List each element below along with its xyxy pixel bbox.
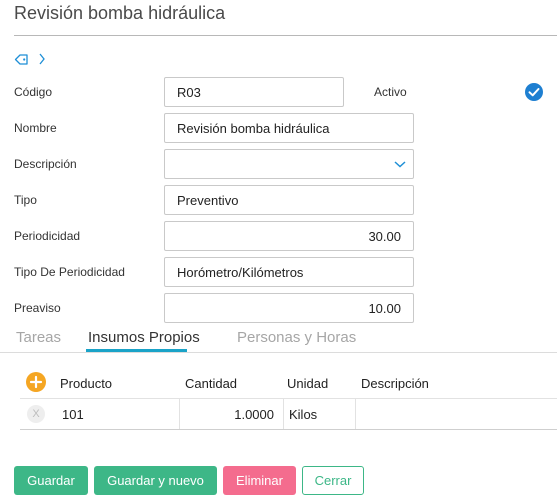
- active-tab-indicator: [86, 349, 187, 352]
- tipo-periodicidad-value: Horómetro/Kilómetros: [177, 264, 304, 280]
- delete-button[interactable]: Eliminar: [223, 466, 296, 495]
- table-row: X 101 1.0000 Kilos: [20, 398, 557, 430]
- delete-row-button[interactable]: X: [27, 405, 45, 423]
- column-header-producto: Producto: [60, 376, 113, 391]
- tag-row: [14, 51, 46, 67]
- tab-insumos-propios[interactable]: Insumos Propios: [88, 329, 200, 346]
- tipo-label: Tipo: [14, 193, 37, 207]
- tipo-value: Preventivo: [177, 192, 239, 208]
- tipo-periodicidad-field[interactable]: Horómetro/Kilómetros: [164, 257, 414, 287]
- codigo-value: R03: [177, 84, 201, 100]
- column-separator: [283, 399, 284, 429]
- plus-circle-icon[interactable]: [26, 372, 46, 392]
- nombre-field[interactable]: Revisión bomba hidráulica: [164, 113, 414, 143]
- grid-header: Producto Cantidad Unidad Descripción: [20, 370, 557, 398]
- tipo-periodicidad-label: Tipo De Periodicidad: [14, 265, 125, 279]
- tab-bar: Tareas Insumos Propios Personas y Horas: [0, 329, 557, 353]
- page-title: Revisión bomba hidráulica: [14, 3, 226, 23]
- column-separator: [355, 399, 356, 429]
- tag-icon[interactable]: [14, 53, 29, 66]
- periodicidad-label: Periodicidad: [14, 229, 81, 243]
- cell-cantidad[interactable]: 1.0000: [180, 399, 274, 429]
- column-header-unidad: Unidad: [287, 376, 329, 391]
- periodicidad-field[interactable]: 30.00: [164, 221, 414, 251]
- preaviso-value: 10.00: [368, 300, 401, 316]
- tab-tareas[interactable]: Tareas: [16, 329, 61, 346]
- chevron-down-icon[interactable]: [393, 159, 407, 169]
- codigo-field[interactable]: R03: [164, 77, 344, 107]
- preaviso-field[interactable]: 10.00: [164, 293, 414, 323]
- preaviso-label: Preaviso: [14, 301, 61, 315]
- periodicidad-value: 30.00: [368, 228, 401, 244]
- chevron-right-icon[interactable]: [38, 53, 46, 65]
- descripcion-label: Descripción: [14, 157, 77, 171]
- column-header-descripcion: Descripción: [361, 376, 429, 391]
- nombre-value: Revisión bomba hidráulica: [177, 120, 330, 136]
- cell-descripcion[interactable]: [361, 399, 551, 429]
- activo-label: Activo: [374, 85, 407, 99]
- close-button[interactable]: Cerrar: [302, 466, 364, 495]
- cell-producto[interactable]: 101: [62, 399, 178, 429]
- cell-unidad[interactable]: Kilos: [289, 399, 355, 429]
- title-divider: [14, 35, 557, 36]
- nombre-label: Nombre: [14, 121, 57, 135]
- checkmark-circle-icon[interactable]: [525, 83, 543, 101]
- tipo-field[interactable]: Preventivo: [164, 185, 414, 215]
- descripcion-select[interactable]: [164, 149, 414, 179]
- save-and-new-button[interactable]: Guardar y nuevo: [94, 466, 217, 495]
- tabs-divider: [0, 352, 557, 353]
- column-header-cantidad: Cantidad: [185, 376, 238, 391]
- codigo-label: Código: [14, 85, 53, 99]
- save-button[interactable]: Guardar: [14, 466, 88, 495]
- tab-personas-y-horas[interactable]: Personas y Horas: [237, 329, 356, 346]
